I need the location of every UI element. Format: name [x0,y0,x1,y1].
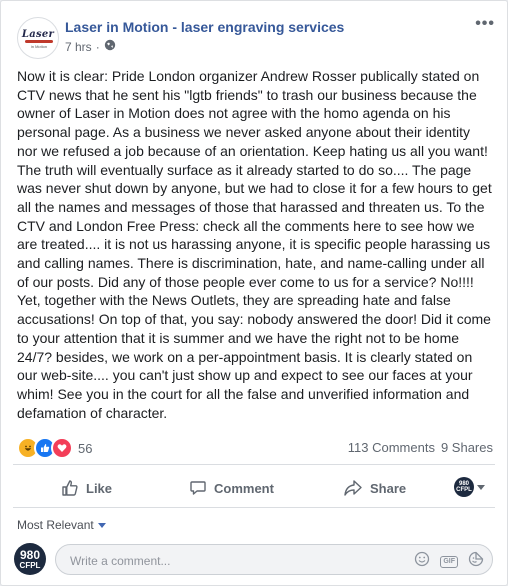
comment-label: Comment [214,480,274,496]
engagement-stats: 113 Comments 9 Shares [348,440,493,455]
share-icon [343,479,363,497]
divider-top [13,464,495,465]
shares-count-link[interactable]: 9 Shares [441,440,493,455]
meta-separator: · [95,39,100,54]
comment-box: GIF [55,544,493,575]
comment-icon [189,479,207,497]
post-header: Laser in Motion Laser in Motion - laser … [13,13,495,59]
post-as-selector[interactable]: 980 CFPL [454,477,485,497]
caret-down-icon [477,478,485,496]
comment-tools: GIF [414,551,484,572]
sort-label: Most Relevant [17,518,94,532]
post-meta: 7 hrs · [65,39,116,54]
logo-wordmark: Laser [21,29,55,40]
logo-swoosh [25,40,53,43]
action-bar: Like Comment Share 980 CFPL [13,473,495,503]
more-options-icon[interactable]: ••• [475,15,495,33]
page-avatar[interactable]: Laser in Motion [17,17,59,59]
comment-button[interactable]: Comment [189,473,274,503]
thumbs-up-icon [61,479,79,497]
post-timestamp[interactable]: 7 hrs [65,40,92,54]
comment-sort-dropdown[interactable]: Most Relevant [17,518,106,532]
like-button[interactable]: Like [61,473,112,503]
commenter-avatar[interactable]: 980 CFPL [14,543,46,575]
divider-bottom [13,507,495,508]
page-name-link[interactable]: Laser in Motion - laser engraving servic… [65,19,344,35]
emoji-icon[interactable] [414,551,430,572]
caret-down-icon [97,518,106,532]
logo-subtext: in Motion [30,44,48,49]
page-badge-avatar: 980 CFPL [454,477,474,497]
like-label: Like [86,480,113,496]
post-card: Laser in Motion Laser in Motion - laser … [0,0,508,586]
post-text: Now it is clear: Pride London organizer … [17,68,492,421]
globe-icon [104,39,116,54]
avatar-line2: CFPL [19,560,41,570]
love-icon [51,437,73,459]
comments-count-link[interactable]: 113 Comments [348,440,435,455]
reaction-summary[interactable]: 56 [17,437,92,459]
reaction-count: 56 [78,440,93,456]
gif-icon[interactable]: GIF [440,555,458,568]
share-button[interactable]: Share [343,473,406,503]
share-label: Share [370,480,407,496]
sticker-icon[interactable] [468,551,484,572]
page-badge-line2: CFPL [456,487,472,493]
comment-input[interactable] [68,550,392,572]
avatar-line1: 980 [19,547,41,562]
